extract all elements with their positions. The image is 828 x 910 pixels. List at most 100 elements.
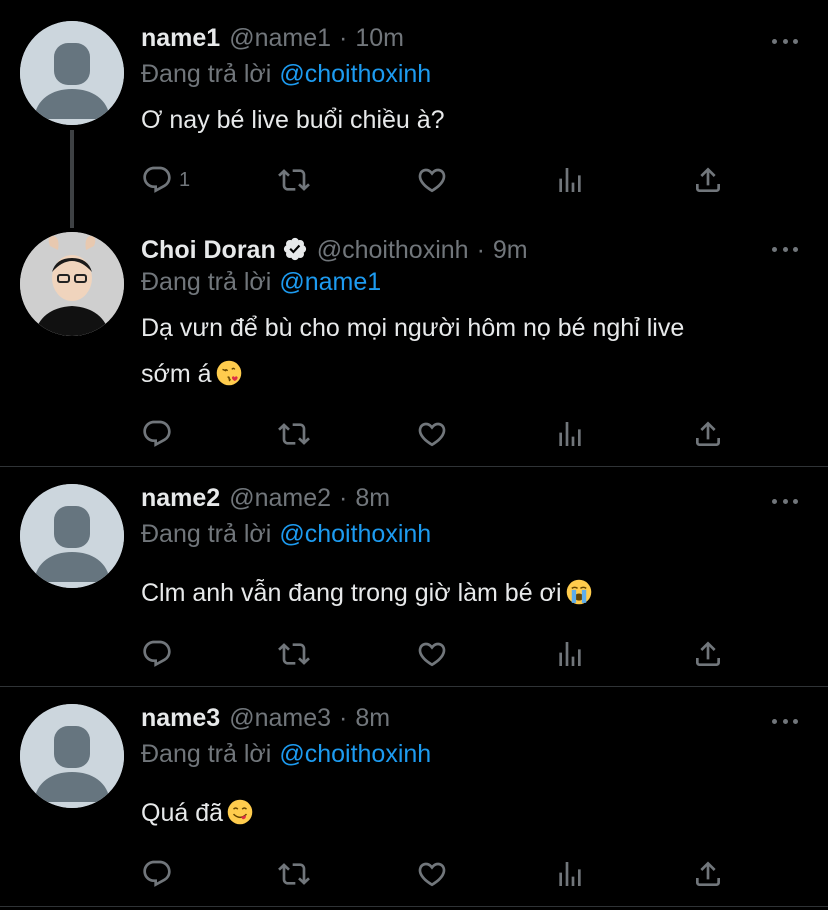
- retweet-button[interactable]: [278, 163, 310, 197]
- separator-dot: ·: [339, 484, 348, 512]
- replying-to: Đang trả lời @choithoxinh: [141, 520, 431, 549]
- face-savoring-food-emoji: [227, 799, 253, 825]
- separator-dot: ·: [339, 24, 348, 52]
- avatar[interactable]: [20, 484, 124, 588]
- reply-button[interactable]: [141, 417, 173, 451]
- tweet-divider: [0, 906, 828, 907]
- reply-button[interactable]: [141, 637, 173, 671]
- replying-label: Đang trả lời: [141, 520, 272, 548]
- author-handle[interactable]: @choithoxinh: [317, 236, 469, 265]
- default-avatar-icon: [20, 21, 124, 125]
- tweet[interactable]: name2 @name2 · 8m Đang trả lời @choithoxi…: [0, 467, 828, 686]
- tweet-text-line: sớm á: [141, 360, 212, 388]
- tweet-text: Dạ vưn để bù cho mọi người hôm nọ bé ngh…: [141, 305, 801, 397]
- share-icon: [692, 164, 724, 196]
- tweet-actions: [141, 637, 741, 671]
- author-name[interactable]: name1: [141, 24, 220, 53]
- replying-label: Đang trả lời: [141, 268, 272, 296]
- timestamp[interactable]: 9m: [493, 236, 528, 265]
- tweet[interactable]: name3 @name3 · 8m Đang trả lời @choithoxi…: [0, 687, 828, 906]
- replying-to: Đang trả lời @name1: [141, 268, 381, 297]
- like-button[interactable]: [416, 857, 448, 891]
- verified-badge-icon: [283, 237, 306, 261]
- heart-icon: [416, 418, 448, 450]
- profile-photo: [20, 232, 124, 336]
- retweet-icon: [278, 638, 310, 670]
- share-icon: [692, 858, 724, 890]
- more-options-icon[interactable]: [772, 36, 798, 46]
- like-button[interactable]: [416, 417, 448, 451]
- avatar[interactable]: [20, 232, 124, 336]
- analytics-icon: [554, 858, 586, 890]
- share-button[interactable]: [692, 857, 724, 891]
- reply-icon: [141, 418, 173, 450]
- reply-icon: [141, 638, 173, 670]
- tweet-text: Ơ nay bé live buổi chiều à?: [141, 106, 445, 134]
- separator-dot: ·: [339, 704, 348, 732]
- heart-icon: [416, 638, 448, 670]
- more-options-icon[interactable]: [772, 496, 798, 506]
- retweet-icon: [278, 164, 310, 196]
- tweet-text: Quá đã: [141, 790, 801, 836]
- views-button[interactable]: [554, 637, 586, 671]
- share-icon: [692, 418, 724, 450]
- analytics-icon: [554, 164, 586, 196]
- tweet-text-line-2: sớm á: [141, 351, 801, 397]
- timestamp[interactable]: 10m: [355, 24, 404, 53]
- retweet-icon: [278, 418, 310, 450]
- default-avatar-icon: [20, 484, 124, 588]
- share-button[interactable]: [692, 637, 724, 671]
- views-button[interactable]: [554, 163, 586, 197]
- author-handle[interactable]: @name3: [229, 704, 331, 733]
- reply-button[interactable]: 1: [141, 163, 190, 197]
- tweet[interactable]: name1 @name1 · 10m Đang trả lời @choithox…: [0, 0, 828, 232]
- author-name[interactable]: name2: [141, 484, 220, 513]
- tweet-text-content: Clm anh vẫn đang trong giờ làm bé ơi: [141, 579, 562, 607]
- loudly-crying-face-emoji: [566, 579, 591, 605]
- retweet-button[interactable]: [278, 417, 310, 451]
- analytics-icon: [554, 638, 586, 670]
- share-button[interactable]: [692, 163, 724, 197]
- tweet-header: name2 @name2 · 8m: [141, 484, 390, 518]
- author-name[interactable]: Choi Doran: [141, 236, 276, 265]
- analytics-icon: [554, 418, 586, 450]
- author-handle[interactable]: @name2: [229, 484, 331, 513]
- author-name[interactable]: name3: [141, 704, 220, 733]
- tweet-text: Clm anh vẫn đang trong giờ làm bé ơi: [141, 570, 801, 616]
- replying-to: Đang trả lời @choithoxinh: [141, 740, 431, 769]
- separator-dot: ·: [476, 236, 485, 264]
- tweet-actions: [141, 857, 741, 891]
- default-avatar-icon: [20, 704, 124, 808]
- more-options-icon[interactable]: [772, 244, 798, 254]
- like-button[interactable]: [416, 163, 448, 197]
- retweet-button[interactable]: [278, 857, 310, 891]
- tweet-text-content: Quá đã: [141, 799, 224, 827]
- reply-count: 1: [179, 168, 191, 191]
- timestamp[interactable]: 8m: [355, 704, 390, 733]
- avatar[interactable]: [20, 704, 124, 808]
- tweet-header: name1 @name1 · 10m: [141, 24, 404, 58]
- retweet-icon: [278, 858, 310, 890]
- replying-to: Đang trả lời @choithoxinh: [141, 60, 431, 89]
- tweet[interactable]: Choi Doran @choithoxinh · 9m Đang trả lờ…: [0, 232, 828, 465]
- replying-label: Đang trả lời: [141, 60, 272, 88]
- views-button[interactable]: [554, 417, 586, 451]
- reply-icon: [141, 164, 173, 196]
- like-button[interactable]: [416, 637, 448, 671]
- timestamp[interactable]: 8m: [355, 484, 390, 513]
- mention-link[interactable]: @choithoxinh: [279, 520, 431, 548]
- mention-link[interactable]: @choithoxinh: [279, 740, 431, 768]
- mention-link[interactable]: @choithoxinh: [279, 60, 431, 88]
- share-icon: [692, 638, 724, 670]
- replying-label: Đang trả lời: [141, 740, 272, 768]
- views-button[interactable]: [554, 857, 586, 891]
- author-handle[interactable]: @name1: [229, 24, 331, 53]
- retweet-button[interactable]: [278, 637, 310, 671]
- tweet-actions: 1: [141, 163, 741, 197]
- tweet-actions: [141, 417, 741, 451]
- more-options-icon[interactable]: [772, 716, 798, 726]
- avatar[interactable]: [20, 21, 124, 125]
- mention-link[interactable]: @name1: [279, 268, 381, 296]
- reply-button[interactable]: [141, 857, 173, 891]
- share-button[interactable]: [692, 417, 724, 451]
